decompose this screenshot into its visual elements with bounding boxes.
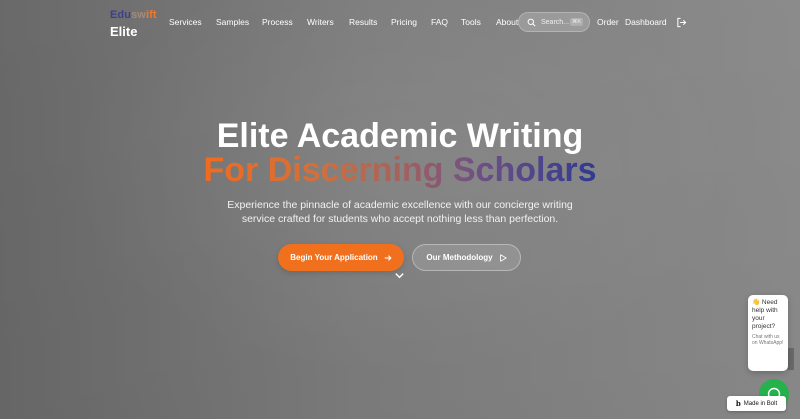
nav-tools[interactable]: Tools (461, 17, 481, 27)
search-placeholder: Search... (541, 18, 570, 26)
logout-icon[interactable] (676, 17, 687, 28)
play-icon (499, 253, 507, 262)
logo-subtitle: Elite (110, 24, 138, 39)
methodology-label: Our Methodology (426, 253, 493, 262)
nav-samples[interactable]: Samples (216, 17, 249, 27)
search-input[interactable]: Search... ⌘K (518, 12, 590, 32)
site-header: Eduswift Elite Services Samples Process … (0, 0, 800, 44)
nav-faq[interactable]: FAQ (431, 17, 448, 27)
chat-title: 👋 Need help with your project? (752, 299, 778, 330)
chat-popup[interactable]: 👋 Need help with your project? Chat with… (748, 295, 788, 371)
methodology-button[interactable]: Our Methodology (412, 244, 521, 271)
chat-subtitle: Chat with us on WhatsApp! (752, 334, 784, 346)
nav-process[interactable]: Process (262, 17, 293, 27)
hero-subtitle: Experience the pinnacle of academic exce… (227, 199, 573, 225)
nav-about[interactable]: About (496, 17, 518, 27)
begin-application-label: Begin Your Application (290, 253, 378, 262)
search-icon (527, 18, 536, 26)
hero-title-line1: Elite Academic Writing (216, 117, 584, 155)
hero-title-line2: For Discerning Scholars (203, 151, 597, 189)
logo-wordmark: Eduswift (110, 9, 157, 21)
made-in-bolt-badge[interactable]: b Made in Bolt (727, 396, 786, 411)
order-link[interactable]: Order (597, 17, 619, 27)
dashboard-link[interactable]: Dashboard (625, 17, 667, 27)
logo[interactable]: Eduswift Elite (110, 9, 157, 38)
nav-pricing[interactable]: Pricing (391, 17, 417, 27)
made-in-bolt-label: Made in Bolt (743, 400, 778, 407)
begin-application-button[interactable]: Begin Your Application (278, 244, 404, 271)
bolt-logo: b (735, 399, 741, 408)
arrow-right-icon (384, 254, 392, 261)
search-shortcut: ⌘K (569, 18, 583, 26)
chevron-down-icon[interactable] (394, 270, 405, 281)
nav-results[interactable]: Results (349, 17, 377, 27)
nav-services[interactable]: Services (169, 17, 202, 27)
nav-writers[interactable]: Writers (307, 17, 334, 27)
